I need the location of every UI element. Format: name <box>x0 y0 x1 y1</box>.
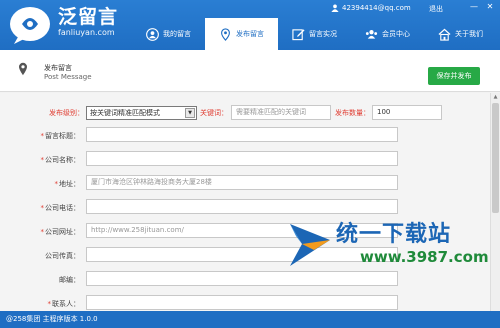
brand-name: 泛留言 <box>58 6 119 28</box>
level-select-value: 按关键词精准匹配模式 <box>90 109 160 117</box>
nav-label: 关于我们 <box>455 30 483 38</box>
page-subtitle: Post Message <box>44 73 92 81</box>
app-header: 泛留言 fanliuyan.com 42394414@qq.com 退出 — ✕… <box>0 0 500 50</box>
brand-url: fanliuyan.com <box>58 28 115 37</box>
scroll-up-icon[interactable]: ▲ <box>492 94 499 101</box>
main-nav: 我的留言 发布留言 留言实况 会员中心 关于我们 <box>132 18 497 50</box>
company-name-label: *公司名称： <box>40 156 81 164</box>
required-mark: * <box>40 156 45 164</box>
close-button[interactable]: ✕ <box>484 2 496 12</box>
watermark-text: 统一下载站 <box>336 222 452 247</box>
logo-icon <box>8 5 58 45</box>
nav-label: 会员中心 <box>382 30 410 38</box>
nav-post-message[interactable]: 发布留言 <box>205 18 278 50</box>
logout-link[interactable]: 退出 <box>429 4 443 14</box>
minimize-button[interactable]: — <box>468 2 480 12</box>
watermark-logo-icon <box>290 224 330 266</box>
post-message-form: 发布级别： 按关键词精准匹配模式 ▼ 关键词： 需要精准匹配的关键词 发布数量：… <box>0 93 490 311</box>
title-input[interactable] <box>86 127 398 142</box>
company-name-input[interactable] <box>86 151 398 166</box>
contact-input[interactable] <box>86 295 398 310</box>
required-mark: * <box>54 180 59 188</box>
count-label: 发布数量： <box>335 109 370 117</box>
nav-my-messages[interactable]: 我的留言 <box>132 18 205 50</box>
status-bar: @258集团 主程序版本 1.0.0 <box>0 311 500 328</box>
title-label: *留言标题： <box>40 132 81 140</box>
edit-icon <box>292 28 305 40</box>
level-label: 发布级别： <box>49 109 84 117</box>
nav-member-center[interactable]: 会员中心 <box>351 18 424 50</box>
company-website-label: *公司网址： <box>40 228 81 236</box>
location-pin-icon <box>221 27 230 41</box>
required-mark: * <box>40 132 45 140</box>
watermark: 统一下载站 www.3987.com <box>286 216 489 276</box>
watermark-url: www.3987.com <box>360 248 489 266</box>
person-icon <box>331 4 339 12</box>
nav-live-messages[interactable]: 留言实况 <box>278 18 351 50</box>
company-phone-input[interactable] <box>86 199 398 214</box>
keyword-label: 关键词： <box>200 109 228 117</box>
required-mark: * <box>40 228 45 236</box>
members-icon <box>365 29 378 39</box>
home-icon <box>438 28 451 41</box>
count-input[interactable]: 100 <box>372 105 442 120</box>
account-info: 42394414@qq.com 退出 <box>331 4 443 13</box>
nav-about-us[interactable]: 关于我们 <box>424 18 497 50</box>
window-controls: — ✕ <box>464 2 496 12</box>
form-scrollbar[interactable]: ▲ <box>490 93 500 311</box>
required-mark: * <box>40 204 45 212</box>
page-title: 发布留言 <box>44 64 72 72</box>
nav-label: 发布留言 <box>236 30 264 38</box>
scroll-thumb[interactable] <box>492 103 499 213</box>
location-pin-icon <box>19 62 27 76</box>
nav-label: 我的留言 <box>163 30 191 38</box>
address-label: *地址： <box>54 180 81 188</box>
person-circle-icon <box>146 27 159 41</box>
company-phone-label: *公司电话： <box>40 204 81 212</box>
required-mark: * <box>47 300 52 308</box>
save-and-publish-button[interactable]: 保存并发布 <box>428 67 480 85</box>
account-email: 42394414@qq.com <box>342 4 411 12</box>
company-fax-label: 公司传真： <box>45 252 80 260</box>
brand: 泛留言 fanliuyan.com <box>58 6 118 38</box>
page-header: 发布留言 Post Message 保存并发布 <box>0 50 500 92</box>
contact-label: *联系人： <box>47 300 81 308</box>
nav-label: 留言实况 <box>309 30 337 38</box>
postcode-label: 邮编： <box>59 276 80 284</box>
address-input[interactable]: 厦门市海沧区钟林路海投商务大厦28楼 <box>86 175 398 190</box>
